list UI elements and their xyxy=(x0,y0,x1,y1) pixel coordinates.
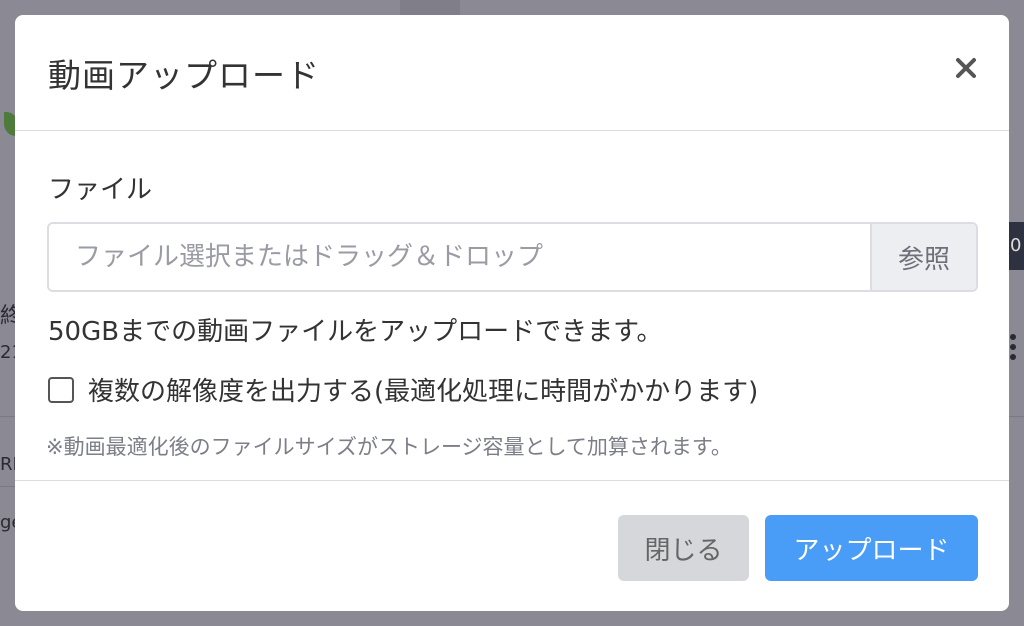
background-header-strip xyxy=(400,0,460,16)
file-size-help-text: 50GBまでの動画ファイルをアップロードできます。 xyxy=(48,317,663,347)
multi-resolution-checkbox[interactable] xyxy=(48,376,74,403)
upload-button[interactable]: アップロード xyxy=(765,515,978,581)
more-vertical-icon xyxy=(1010,334,1018,364)
storage-note: ※動画最適化後のファイルサイズがストレージ容量として加算されます。 xyxy=(46,435,732,459)
upload-video-modal: 動画アップロード ファイル 参照 50GBまでの動画ファイルをアップロードできま… xyxy=(15,15,1009,611)
browse-button[interactable]: 参照 xyxy=(870,224,976,290)
background-divider xyxy=(1008,416,1024,417)
modal-body: ファイル 参照 50GBまでの動画ファイルをアップロードできます。 複数の解像度… xyxy=(15,131,1009,481)
file-field-label: ファイル xyxy=(48,175,153,205)
modal-title: 動画アップロード xyxy=(48,56,320,95)
close-button[interactable]: 閉じる xyxy=(618,515,749,581)
multi-resolution-option[interactable]: 複数の解像度を出力する(最適化処理に時間がかかります) xyxy=(48,371,758,408)
background-dark-badge: 0 xyxy=(1008,222,1024,270)
close-icon[interactable] xyxy=(951,53,981,83)
file-input[interactable] xyxy=(49,224,870,290)
modal-footer: 閉じる アップロード xyxy=(15,480,1009,611)
file-input-group: 参照 xyxy=(47,222,978,292)
multi-resolution-label[interactable]: 複数の解像度を出力する(最適化処理に時間がかかります) xyxy=(88,371,758,408)
modal-header: 動画アップロード xyxy=(15,15,1009,131)
background-divider xyxy=(0,416,16,417)
background-divider xyxy=(0,486,16,487)
